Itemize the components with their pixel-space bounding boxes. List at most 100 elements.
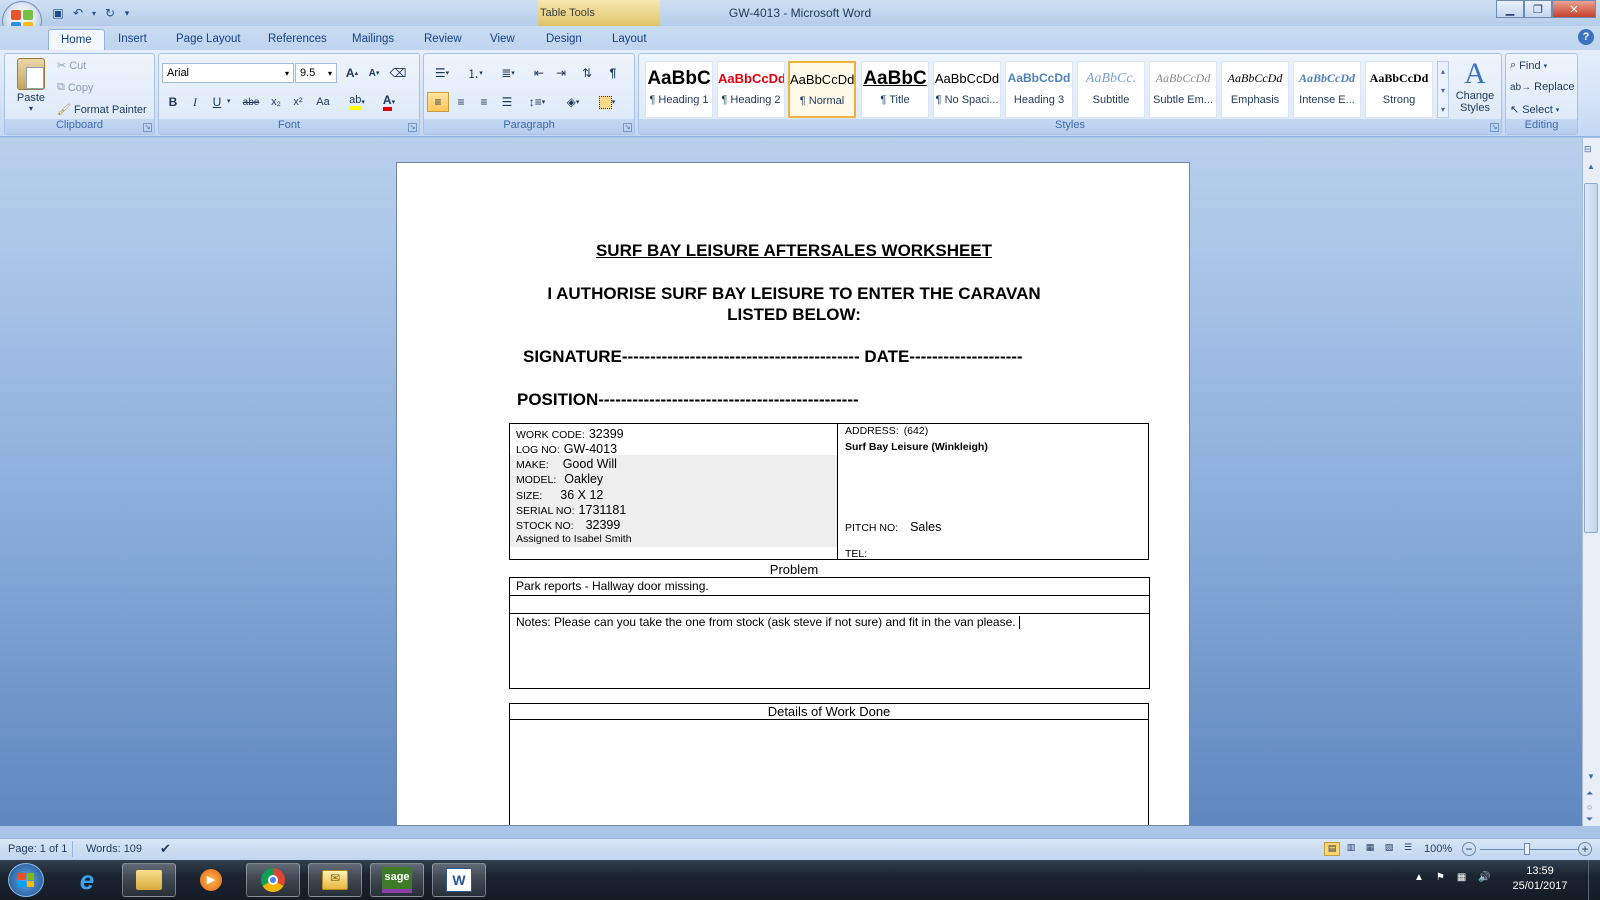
start-button[interactable] [8,863,44,897]
undo-dropdown-icon[interactable]: ▾ [90,5,98,21]
subscript-button[interactable]: x₂ [265,92,287,112]
tab-review[interactable]: Review [412,29,474,50]
tab-page-layout[interactable]: Page Layout [164,29,253,50]
show-formatting-icon[interactable]: ¶ [602,63,624,83]
zoom-level[interactable]: 100% [1424,843,1452,855]
shrink-font-button[interactable]: A ▾ [363,63,385,83]
paragraph-dialog-launcher-icon[interactable]: ↘ [623,123,632,132]
full-screen-reading-icon[interactable]: ▥ [1343,842,1359,856]
word-icon[interactable]: W [432,863,486,897]
chevron-down-icon[interactable]: ▾ [285,69,289,78]
increase-indent-icon[interactable]: ⇥ [550,63,572,83]
web-layout-icon[interactable]: ▦ [1362,842,1378,856]
font-name-combobox[interactable]: Arial ▾ [162,63,294,83]
align-center-icon[interactable]: ≡ [450,92,472,112]
zoom-slider-thumb[interactable] [1524,843,1530,855]
align-left-icon[interactable]: ≡ [427,92,449,112]
chevron-down-icon[interactable]: ▾ [328,69,332,78]
style-intense-emphasis[interactable]: AaBbCcDd Intense E... [1293,61,1361,118]
file-explorer-icon[interactable] [122,863,176,897]
replace-button[interactable]: ab→ Replace [1510,81,1574,93]
format-painter-button[interactable]: 🖌 Format Painter [57,103,147,117]
volume-icon[interactable]: 🔊 [1478,872,1490,883]
clipboard-dialog-launcher-icon[interactable]: ↘ [143,123,152,132]
font-dialog-launcher-icon[interactable]: ↘ [408,123,417,132]
tab-home[interactable]: Home [48,29,105,50]
scroll-down-icon[interactable]: ▼ [1587,772,1595,781]
font-size-combobox[interactable]: 9.5 ▾ [295,63,337,83]
chrome-icon[interactable] [246,863,300,897]
document-page[interactable]: SURF BAY LEISURE AFTERSALES WORKSHEET I … [396,162,1190,826]
minimize-button[interactable]: ▁ [1496,0,1524,18]
sort-icon[interactable]: ⇅ [576,63,598,83]
internet-explorer-icon[interactable]: e [60,863,114,897]
close-button[interactable]: ✕ [1552,0,1596,18]
network-icon[interactable]: ▦ [1457,872,1466,883]
show-hidden-icons-icon[interactable]: ▲ [1414,872,1424,883]
change-case-button[interactable]: Aa [309,92,337,112]
maximize-button[interactable]: ❐ [1524,0,1552,18]
zoom-out-icon[interactable]: − [1462,842,1476,856]
font-color-icon[interactable]: A ▾ [375,92,403,112]
style-emphasis[interactable]: AaBbCcDd Emphasis [1221,61,1289,118]
style-strong[interactable]: AaBbCcDd Strong [1365,61,1433,118]
line-spacing-icon[interactable]: ↕≡ ▾ [522,92,552,112]
style-subtle-emphasis[interactable]: AaBbCcDd Subtle Em... [1149,61,1217,118]
cut-button[interactable]: ✂ Cut [57,59,86,73]
decrease-indent-icon[interactable]: ⇤ [528,63,550,83]
superscript-button[interactable]: x² [287,92,309,112]
scrollbar-thumb[interactable] [1584,183,1598,533]
sage-icon[interactable]: sage [370,863,424,897]
print-layout-icon[interactable]: ▤ [1324,842,1340,856]
tab-mailings[interactable]: Mailings [340,29,406,50]
problem-text[interactable]: Park reports - Hallway door missing. [516,579,709,593]
bullets-icon[interactable]: ☰ ▾ [427,63,457,83]
style-heading-1[interactable]: AaBbC ¶ Heading 1 [645,61,713,118]
styles-gallery-scroll[interactable]: ▴ ▾ ▾ [1437,61,1449,118]
redo-icon[interactable]: ↻ [102,5,118,21]
style-heading-3[interactable]: AaBbCcDd Heading 3 [1005,61,1073,118]
action-center-flag-icon[interactable]: ⚑ [1436,872,1445,883]
italic-button[interactable]: I [184,92,206,112]
style-normal[interactable]: AaBbCcDd ¶ Normal [788,61,856,118]
change-styles-button[interactable]: A Change Styles [1453,58,1497,115]
style-no-spacing[interactable]: AaBbCcDd ¶ No Spaci... [933,61,1001,118]
style-title[interactable]: AaBbC ¶ Title [861,61,929,118]
outline-icon[interactable]: ▧ [1381,842,1397,856]
strikethrough-button[interactable]: abe [237,92,265,112]
numbering-icon[interactable]: ⒈ ▾ [460,63,490,83]
borders-icon[interactable]: ▾ [592,92,622,112]
draft-icon[interactable]: ☰ [1400,842,1416,856]
customize-qat-icon[interactable]: ▾ [122,5,132,21]
word-count[interactable]: Words: 109 [86,843,142,855]
justify-icon[interactable]: ☰ [496,92,518,112]
ruler-toggle-icon[interactable]: ⊟ [1584,144,1592,155]
align-right-icon[interactable]: ≡ [473,92,495,112]
proofing-icon[interactable]: ✔ [160,841,171,857]
show-desktop-button[interactable] [1588,860,1600,900]
find-button[interactable]: ⌕ Find ▾ [1510,59,1547,72]
outlook-icon[interactable]: ✉ [308,863,362,897]
tab-view[interactable]: View [478,29,527,50]
bold-button[interactable]: B [162,92,184,112]
tab-references[interactable]: References [256,29,339,50]
paste-button[interactable]: Paste ▾ [11,58,51,113]
undo-icon[interactable]: ↶ [70,5,86,21]
copy-button[interactable]: ⧉ Copy [57,81,94,94]
styles-dialog-launcher-icon[interactable]: ↘ [1490,123,1499,132]
underline-dropdown-icon[interactable]: ▾ [227,97,231,105]
next-page-icon[interactable]: ⏷ [1586,814,1593,825]
scroll-up-icon[interactable]: ▲ [1587,162,1595,171]
style-heading-2[interactable]: AaBbCcDd ¶ Heading 2 [717,61,785,118]
tab-insert[interactable]: Insert [106,29,159,50]
page-count[interactable]: Page: 1 of 1 [8,843,67,855]
underline-button[interactable]: U [206,92,228,112]
media-player-icon[interactable]: ▶ [184,863,238,897]
tab-design[interactable]: Design [534,29,594,50]
select-browse-object-icon[interactable]: ○ [1587,802,1592,812]
clear-formatting-icon[interactable]: ⌫ [387,63,409,83]
multilevel-list-icon[interactable]: ≣ ▾ [493,63,523,83]
grow-font-button[interactable]: A ▴ [341,63,363,83]
clock[interactable]: 13:59 25/01/2017 [1510,864,1570,894]
zoom-in-icon[interactable]: + [1578,842,1592,856]
